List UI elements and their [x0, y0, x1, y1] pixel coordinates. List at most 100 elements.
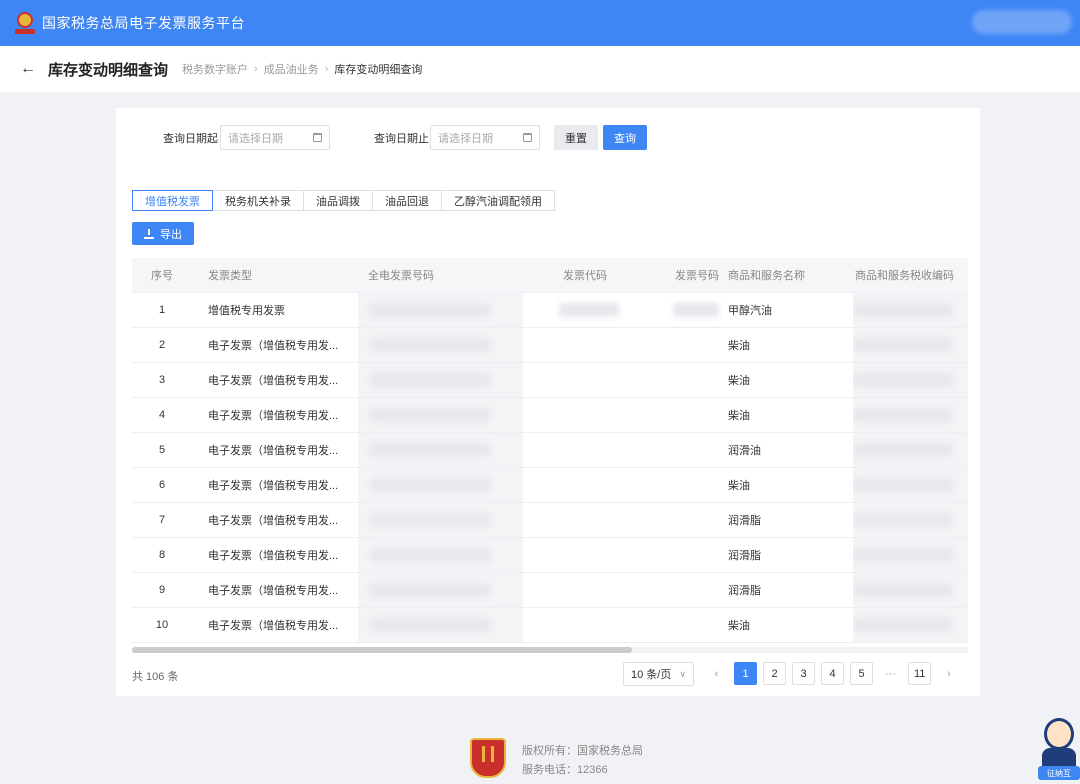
invoice-type-cell: 电子发票（增值税专用发... — [192, 572, 358, 608]
breadcrumb-item[interactable]: 成品油业务 — [264, 61, 319, 77]
assistant-avatar-icon — [1042, 748, 1076, 768]
row-index: 7 — [132, 502, 192, 538]
invoice-code-cell — [523, 362, 637, 398]
row-index: 5 — [132, 432, 192, 468]
invoice-number-cell — [637, 292, 722, 328]
breadcrumb: 税务数字账户 › 成品油业务 › 库存变动明细查询 — [182, 61, 422, 77]
goods-name-cell: 润滑油 — [722, 432, 853, 468]
invoice-code-cell — [523, 467, 637, 503]
breadcrumb-separator: › — [254, 63, 258, 75]
table-row[interactable]: 2 电子发票（增值税专用发... 柴油 — [132, 327, 968, 363]
assistant-widget[interactable]: 征纳互 — [1038, 712, 1080, 784]
tax-emblem-icon — [14, 11, 36, 35]
redacted-cell — [358, 362, 523, 398]
tab-vat-invoice[interactable]: 增值税发票 — [132, 190, 213, 211]
arrow-left-icon[interactable]: ← — [20, 60, 36, 78]
table-row[interactable]: 4 电子发票（增值税专用发... 柴油 — [132, 397, 968, 433]
footer-copyright: 版权所有：国家税务总局 — [522, 745, 643, 757]
goods-name-cell: 润滑脂 — [722, 572, 853, 608]
total-count: 共 106 条 — [132, 671, 179, 683]
table-row[interactable]: 1 增值税专用发票 甲醇汽油 — [132, 292, 968, 328]
tab-oil-return[interactable]: 油品回退 — [373, 190, 442, 211]
redacted-cell — [358, 537, 523, 573]
table-row[interactable]: 3 电子发票（增值税专用发... 柴油 — [132, 362, 968, 398]
table-row[interactable]: 6 电子发票（增值税专用发... 柴油 — [132, 467, 968, 503]
invoice-type-cell: 电子发票（增值税专用发... — [192, 362, 358, 398]
scrollbar-thumb[interactable] — [132, 647, 632, 653]
invoice-code-cell — [523, 432, 637, 468]
table-row[interactable]: 9 电子发票（增值税专用发... 润滑脂 — [132, 572, 968, 608]
calendar-icon — [313, 133, 322, 142]
invoice-number-cell — [637, 502, 722, 538]
page-size-value: 10 条/页 — [631, 669, 672, 681]
column-header: 商品和服务名称 — [722, 258, 853, 293]
invoice-code-cell — [523, 607, 637, 643]
page-button[interactable]: 4 — [821, 662, 844, 685]
redacted-cell — [853, 537, 968, 573]
row-index: 3 — [132, 362, 192, 398]
export-button[interactable]: 导出 — [132, 222, 194, 245]
redacted-cell — [853, 502, 968, 538]
table-row[interactable]: 5 电子发票（增值税专用发... 润滑油 — [132, 432, 968, 468]
next-page-button[interactable]: › — [937, 662, 961, 685]
redacted-cell — [358, 467, 523, 503]
pagination: ‹ 1 2 3 4 5 ··· 11 › — [705, 662, 966, 685]
column-header: 商品和服务税收编码 — [853, 258, 968, 293]
tab-bar: 增值税发票 税务机关补录 油品调拨 油品回退 乙醇汽油调配领用 — [132, 190, 555, 211]
table-row[interactable]: 7 电子发票（增值税专用发... 润滑脂 — [132, 502, 968, 538]
page-ellipsis[interactable]: ··· — [879, 662, 902, 685]
goods-name-cell: 柴油 — [722, 362, 853, 398]
goods-name-cell: 柴油 — [722, 467, 853, 503]
main-card: 查询日期起 请选择日期 查询日期止 请选择日期 重置 查询 增值税发票 税务机关… — [116, 108, 980, 696]
table-row[interactable]: 8 电子发票（增值税专用发... 润滑脂 — [132, 537, 968, 573]
query-button[interactable]: 查询 — [603, 125, 647, 150]
column-header: 发票号码 — [637, 258, 722, 293]
horizontal-scrollbar[interactable] — [132, 647, 968, 653]
tax-bureau-logo-icon — [470, 738, 506, 780]
tab-oil-transfer[interactable]: 油品调拨 — [304, 190, 373, 211]
breadcrumb-item[interactable]: 税务数字账户 — [182, 61, 248, 77]
end-date-placeholder: 请选择日期 — [438, 132, 493, 145]
top-bar: 国家税务总局电子发票服务平台 — [0, 0, 1080, 46]
invoice-type-cell: 电子发票（增值税专用发... — [192, 607, 358, 643]
prev-page-button[interactable]: ‹ — [705, 662, 728, 685]
row-index: 4 — [132, 397, 192, 433]
page-button[interactable]: 2 — [763, 662, 786, 685]
page-button[interactable]: 1 — [734, 662, 757, 685]
invoice-type-cell: 电子发票（增值税专用发... — [192, 467, 358, 503]
goods-name-cell: 甲醇汽油 — [722, 292, 853, 328]
tab-ethanol-gasoline[interactable]: 乙醇汽油调配领用 — [442, 190, 555, 211]
calendar-icon — [523, 133, 532, 142]
filter-bar: 查询日期起 请选择日期 查询日期止 请选择日期 重置 查询 — [116, 125, 980, 151]
invoice-number-cell — [637, 362, 722, 398]
row-index: 1 — [132, 292, 192, 328]
tab-tax-office-supplement[interactable]: 税务机关补录 — [213, 190, 304, 211]
breadcrumb-current: 库存变动明细查询 — [334, 64, 423, 76]
end-date-input[interactable]: 请选择日期 — [430, 125, 540, 150]
redacted-cell — [853, 397, 968, 433]
export-label: 导出 — [160, 228, 182, 241]
goods-name-cell: 润滑脂 — [722, 502, 853, 538]
page-button[interactable]: 11 — [908, 662, 932, 685]
assistant-label: 征纳互 — [1038, 766, 1080, 780]
goods-name-cell: 润滑脂 — [722, 537, 853, 573]
table-row[interactable]: 10 电子发票（增值税专用发... 柴油 — [132, 607, 968, 643]
reset-button[interactable]: 重置 — [554, 125, 598, 150]
user-info-area[interactable] — [972, 10, 1072, 34]
invoice-type-cell: 电子发票（增值税专用发... — [192, 327, 358, 363]
start-date-input[interactable]: 请选择日期 — [220, 125, 330, 150]
row-index: 9 — [132, 572, 192, 608]
page-button[interactable]: 5 — [850, 662, 873, 685]
breadcrumb-separator: › — [324, 63, 329, 75]
redacted-cell — [853, 362, 968, 398]
invoice-code-cell — [523, 537, 637, 573]
page-size-select[interactable]: 10 条/页 ∨ — [623, 662, 694, 686]
redacted-cell — [358, 432, 523, 468]
redacted-cell — [853, 292, 968, 328]
redacted-cell — [358, 607, 523, 643]
page-button[interactable]: 3 — [792, 662, 815, 685]
row-index: 8 — [132, 537, 192, 573]
redacted-cell — [358, 397, 523, 433]
redacted-cell — [358, 572, 523, 608]
invoice-number-cell — [637, 432, 722, 468]
